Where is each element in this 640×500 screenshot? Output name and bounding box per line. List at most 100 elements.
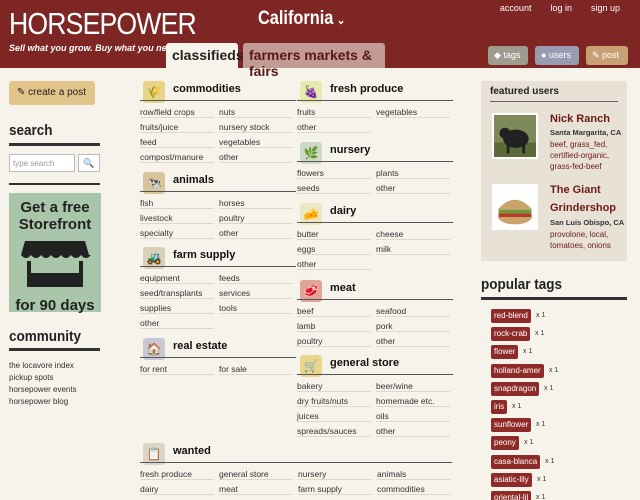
category-link[interactable]: meat: [219, 484, 293, 495]
post-button[interactable]: ✎ post: [586, 46, 628, 65]
category-link[interactable]: lamb: [297, 321, 371, 332]
storefront-ad[interactable]: Get a free Storefront for 90 days: [9, 193, 101, 314]
featured-user-tags[interactable]: tomatoes, onions: [550, 241, 611, 251]
tag-chip[interactable]: casa-blanca: [491, 454, 541, 469]
category-link[interactable]: feeds: [219, 273, 293, 284]
tag-chip[interactable]: peony: [491, 436, 519, 451]
users-button[interactable]: ● users: [535, 46, 579, 65]
category-link[interactable]: general store: [219, 469, 293, 480]
category-link[interactable]: seeds: [297, 183, 371, 194]
category-title[interactable]: real estate: [173, 340, 227, 352]
category-link[interactable]: specialty: [140, 228, 214, 239]
category-link[interactable]: fruits: [297, 107, 371, 118]
category-link[interactable]: beef: [297, 306, 371, 317]
category-title[interactable]: dairy: [330, 205, 356, 217]
category-link[interactable]: supplies: [140, 303, 214, 314]
community-link[interactable]: the locavore index: [9, 361, 109, 370]
category-link[interactable]: plants: [376, 168, 450, 179]
tab-classifieds[interactable]: classifieds: [166, 43, 244, 68]
category-title[interactable]: commodities: [173, 83, 241, 95]
tag-chip[interactable]: asiatic-lily: [491, 472, 532, 487]
search-input[interactable]: type search: [9, 154, 75, 172]
category-title[interactable]: animals: [173, 174, 214, 186]
login-link[interactable]: log in: [550, 3, 572, 13]
tag-chip[interactable]: flower: [491, 345, 519, 360]
category-link[interactable]: spreads/sauces: [297, 426, 371, 437]
category-link[interactable]: dairy: [140, 484, 214, 495]
category-link[interactable]: cheese: [376, 229, 450, 240]
category-link[interactable]: seafood: [376, 306, 450, 317]
category-link[interactable]: nursery: [298, 469, 372, 480]
category-link[interactable]: juices: [297, 411, 371, 422]
signup-link[interactable]: sign up: [591, 3, 620, 13]
create-post-button[interactable]: ✎ create a post: [9, 81, 95, 105]
category-link[interactable]: fresh produce: [140, 469, 214, 480]
region-selector[interactable]: California ⌄: [258, 8, 345, 30]
featured-user-tags[interactable]: grass-fed-beef: [550, 162, 602, 172]
category-link[interactable]: seed/transplants: [140, 288, 214, 299]
tab-farmers-markets[interactable]: farmers markets & fairs: [243, 43, 385, 79]
category-link[interactable]: butter: [297, 229, 371, 240]
category-link[interactable]: eggs: [297, 244, 371, 255]
category-link[interactable]: other: [376, 336, 450, 347]
category-link[interactable]: equipment: [140, 273, 214, 284]
category-title[interactable]: fresh produce: [330, 83, 403, 95]
category-link[interactable]: other: [376, 426, 450, 437]
category-link[interactable]: fish: [140, 198, 214, 209]
community-link[interactable]: horsepower blog: [9, 397, 109, 406]
community-link[interactable]: pickup spots: [9, 373, 109, 382]
category-link[interactable]: milk: [376, 244, 450, 255]
category-title[interactable]: meat: [330, 282, 356, 294]
category-link[interactable]: for sale: [219, 364, 293, 375]
tag-chip[interactable]: holland-amer: [491, 363, 544, 378]
category-title[interactable]: wanted: [173, 445, 211, 457]
category-link[interactable]: other: [297, 122, 371, 133]
featured-user-tags[interactable]: certified-organic,: [550, 151, 609, 161]
category-link[interactable]: row/field crops: [140, 107, 214, 118]
featured-user-name[interactable]: The Giant: [550, 184, 601, 196]
category-link[interactable]: other: [219, 228, 293, 239]
tags-button[interactable]: ◆ tags: [488, 46, 528, 65]
category-link[interactable]: animals: [377, 469, 451, 480]
category-link[interactable]: vegetables: [376, 107, 450, 118]
search-button[interactable]: 🔍: [78, 154, 100, 172]
category-title[interactable]: general store: [330, 357, 399, 369]
tag-chip[interactable]: oriental-lil: [491, 491, 532, 500]
category-link[interactable]: other: [376, 183, 450, 194]
category-link[interactable]: for rent: [140, 364, 214, 375]
user-avatar[interactable]: [492, 113, 538, 159]
tag-chip[interactable]: snapdragon: [491, 381, 540, 396]
user-avatar[interactable]: [492, 184, 538, 230]
featured-user-name[interactable]: Nick Ranch: [550, 113, 610, 125]
site-logo[interactable]: HORSEPOWER: [9, 7, 197, 41]
category-link[interactable]: other: [140, 318, 214, 329]
category-link[interactable]: beer/wine: [376, 381, 450, 392]
tag-chip[interactable]: sunflower: [491, 418, 532, 433]
category-link[interactable]: poultry: [219, 213, 293, 224]
category-link[interactable]: nuts: [219, 107, 293, 118]
category-link[interactable]: flowers: [297, 168, 371, 179]
category-link[interactable]: feed: [140, 137, 214, 148]
category-link[interactable]: livestock: [140, 213, 214, 224]
category-link[interactable]: horses: [219, 198, 293, 209]
featured-user-tags[interactable]: provolone, local,: [550, 230, 608, 240]
category-link[interactable]: farm supply: [298, 484, 372, 495]
tag-chip[interactable]: rock-crab: [491, 327, 531, 342]
category-link[interactable]: pork: [376, 321, 450, 332]
tag-chip[interactable]: iris: [491, 400, 508, 414]
category-link[interactable]: fruits/juice: [140, 122, 214, 133]
category-link[interactable]: dry fruits/nuts: [297, 396, 371, 407]
tag-chip[interactable]: red-blend: [491, 309, 531, 323]
featured-user-name-line2[interactable]: Grindershop: [550, 202, 616, 214]
category-link[interactable]: services: [219, 288, 293, 299]
category-link[interactable]: bakery: [297, 381, 371, 392]
account-link[interactable]: account: [500, 3, 532, 13]
category-link[interactable]: oils: [376, 411, 450, 422]
category-link[interactable]: poultry: [297, 336, 371, 347]
category-link[interactable]: other: [219, 152, 293, 163]
featured-user-tags[interactable]: beef, grass_fed,: [550, 140, 607, 150]
category-link[interactable]: other: [297, 259, 371, 270]
community-link[interactable]: horsepower events: [9, 385, 109, 394]
category-link[interactable]: homemade etc.: [376, 396, 450, 407]
category-link[interactable]: nursery stock: [219, 122, 293, 133]
